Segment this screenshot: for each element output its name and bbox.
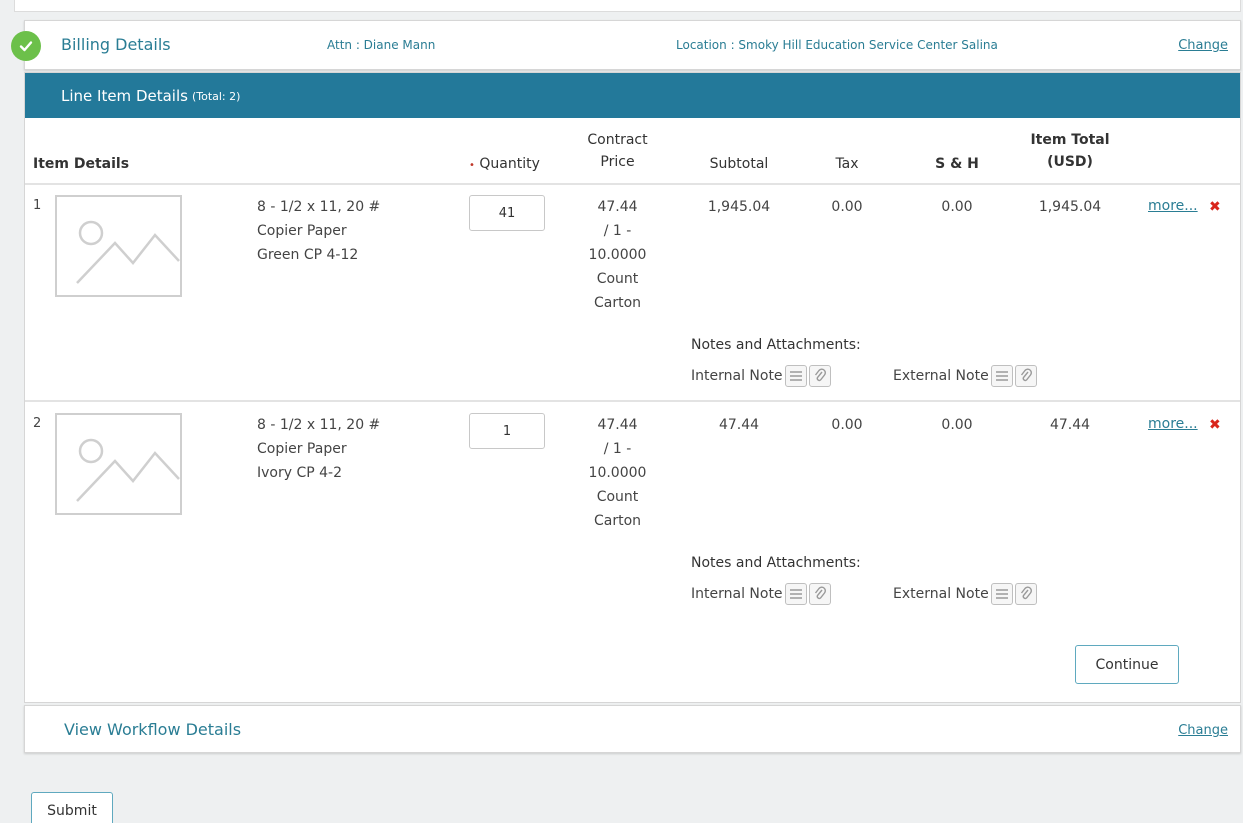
quantity-input[interactable] — [469, 413, 545, 449]
price-line5: Carton — [593, 295, 642, 311]
row-number: 2 — [33, 416, 42, 431]
more-link[interactable]: more... — [1148, 198, 1198, 214]
col-contract-price-line1: Contract — [587, 132, 648, 148]
col-quantity: • Quantity — [469, 153, 540, 177]
col-item-total-line1: Item Total — [1030, 132, 1110, 148]
col-item-total: Item Total (USD) — [1020, 129, 1120, 173]
price-line3: 10.0000 — [588, 247, 647, 263]
workflow-details-title[interactable]: View Workflow Details — [64, 720, 241, 739]
price-line4: Count — [596, 489, 639, 505]
paperclip-icon[interactable] — [808, 583, 831, 605]
more-link[interactable]: more... — [1148, 416, 1198, 432]
workflow-details-panel: View Workflow Details Change — [24, 705, 1241, 753]
col-item-details: Item Details — [33, 156, 130, 172]
paperclip-icon[interactable] — [1014, 365, 1037, 387]
contract-price: 47.44 / 1 - 10.0000 Count Carton — [580, 413, 655, 533]
item-description-line1: 8 - 1/2 x 11, 20 # — [257, 199, 381, 215]
item-description-line2: Copier Paper — [257, 441, 347, 457]
workflow-change-link[interactable]: Change — [1178, 723, 1228, 738]
billing-location: Location : Smoky Hill Education Service … — [676, 38, 998, 52]
sh-value: 0.00 — [941, 199, 973, 215]
internal-note: Internal Note — [691, 365, 831, 387]
previous-panel-edge — [14, 0, 1241, 12]
col-subtotal: Subtotal — [709, 156, 769, 172]
notes-attachments-title: Notes and Attachments: — [691, 337, 861, 353]
billing-details-title: Billing Details — [61, 35, 171, 54]
item-description: 8 - 1/2 x 11, 20 # Copier Paper Ivory CP… — [257, 413, 380, 485]
sh-value: 0.00 — [941, 417, 973, 433]
paperclip-icon[interactable] — [808, 365, 831, 387]
row-divider — [25, 400, 1240, 402]
paperclip-icon[interactable] — [1014, 583, 1037, 605]
note-icon[interactable] — [990, 583, 1013, 605]
subtotal-value: 1,945.04 — [707, 199, 771, 215]
tax-value: 0.00 — [831, 199, 863, 215]
internal-note: Internal Note — [691, 583, 831, 605]
item-description: 8 - 1/2 x 11, 20 # Copier Paper Green CP… — [257, 195, 380, 267]
external-note: External Note — [893, 365, 1037, 387]
item-total-value: 47.44 — [1049, 417, 1091, 433]
line-item-header: Line Item Details (Total: 2) — [25, 73, 1240, 118]
col-contract-price: Contract Price — [580, 129, 655, 173]
item-total-value: 1,945.04 — [1038, 199, 1102, 215]
internal-note-label: Internal Note — [691, 586, 783, 602]
note-icon[interactable] — [990, 365, 1013, 387]
image-placeholder-icon — [55, 413, 182, 515]
item-description-line2: Copier Paper — [257, 223, 347, 239]
delete-icon[interactable]: ✖ — [1209, 199, 1221, 215]
external-note-label: External Note — [893, 368, 989, 384]
notes-attachments-title: Notes and Attachments: — [691, 555, 861, 571]
col-item-total-line2: (USD) — [1047, 154, 1093, 170]
line-item-total-count: (Total: 2) — [191, 90, 241, 103]
note-icon[interactable] — [784, 365, 807, 387]
item-description-line3: Green CP 4-12 — [257, 247, 359, 263]
col-sh: S & H — [935, 156, 979, 172]
price-line4: Count — [596, 271, 639, 287]
submit-button[interactable]: Submit — [31, 792, 113, 823]
price-line2: / 1 - — [603, 441, 632, 457]
note-icon[interactable] — [784, 583, 807, 605]
price-line3: 10.0000 — [588, 465, 647, 481]
row-number: 1 — [33, 198, 42, 213]
billing-details-panel: Billing Details Attn : Diane Mann Locati… — [11, 20, 1241, 70]
image-placeholder-icon — [55, 195, 182, 297]
item-description-line3: Ivory CP 4-2 — [257, 465, 343, 481]
item-description-line1: 8 - 1/2 x 11, 20 # — [257, 417, 381, 433]
internal-note-label: Internal Note — [691, 368, 783, 384]
required-marker: • — [469, 160, 475, 171]
quantity-input[interactable] — [469, 195, 545, 231]
line-item-details-panel: Line Item Details (Total: 2) Item Detail… — [24, 72, 1241, 703]
col-contract-price-line2: Price — [600, 154, 635, 170]
price-line1: 47.44 — [597, 417, 638, 433]
price-line2: / 1 - — [603, 223, 632, 239]
delete-icon[interactable]: ✖ — [1209, 417, 1221, 433]
billing-change-link[interactable]: Change — [1178, 38, 1228, 53]
header-divider — [25, 183, 1240, 185]
price-line5: Carton — [593, 513, 642, 529]
col-quantity-label: Quantity — [479, 156, 540, 172]
external-note: External Note — [893, 583, 1037, 605]
tax-value: 0.00 — [831, 417, 863, 433]
contract-price: 47.44 / 1 - 10.0000 Count Carton — [580, 195, 655, 315]
price-line1: 47.44 — [597, 199, 638, 215]
subtotal-value: 47.44 — [718, 417, 760, 433]
external-note-label: External Note — [893, 586, 989, 602]
continue-button[interactable]: Continue — [1075, 645, 1179, 684]
line-item-title: Line Item Details — [61, 86, 188, 105]
col-tax: Tax — [835, 156, 859, 172]
billing-attn: Attn : Diane Mann — [327, 38, 436, 52]
check-icon — [11, 31, 41, 61]
